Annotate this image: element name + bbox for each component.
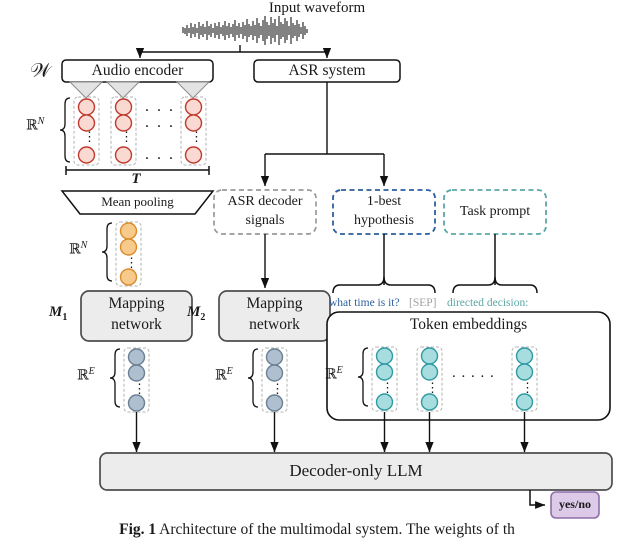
mapped-2-dim-base: ℝ <box>215 368 227 384</box>
sequence-length-label: T <box>131 171 141 187</box>
mapping-1-subscript: 1 <box>62 312 68 323</box>
pooled-dim-brace <box>101 222 113 282</box>
figure-caption-text: Architecture of the multimodal system. T… <box>159 521 515 538</box>
token-col3-vdots: ⋮ <box>521 380 534 395</box>
mapped-2-dim-exponent: E <box>226 366 233 377</box>
mapped-1-dim-label: ℝE <box>77 366 95 384</box>
encoder-col1-vdots: ⋮ <box>83 129 96 144</box>
encoder-frame-nodes <box>77 98 203 164</box>
mapping-1-symbol: M1 <box>49 304 68 324</box>
encoder-dim-base: ℝ <box>26 118 38 134</box>
input-waveform-graphic <box>182 16 308 45</box>
decoder-only-llm-label: Decoder-only LLM <box>289 461 423 480</box>
asr-decoder-signals-line2: signals <box>245 213 285 228</box>
mapped-1-dim-brace <box>109 348 121 408</box>
token-col2-vdots: ⋮ <box>426 380 439 395</box>
mapped-2-vdots: ⋮ <box>271 381 284 396</box>
encoder-dim-exponent: N <box>37 116 45 127</box>
mapping-network-1-line1: Mapping <box>108 295 165 312</box>
pooled-dim-exponent: N <box>80 240 88 251</box>
mapping-2-subscript: 2 <box>200 312 206 323</box>
mapping-1-base: M <box>49 304 63 320</box>
waveform-symbol-label: 𝒲 <box>30 58 51 82</box>
mapping-2-symbol: M2 <box>187 304 206 324</box>
mean-pooling-label: Mean pooling <box>101 194 174 209</box>
token-dim-exponent: E <box>336 365 343 376</box>
input-waveform-label: Input waveform <box>268 0 366 16</box>
mapped-2-dim-label: ℝE <box>215 366 233 384</box>
llm-to-output-connector <box>529 490 546 509</box>
figure-canvas: Input waveform 𝒲 Audio encoder ASR syste… <box>0 0 634 538</box>
figure-caption-prefix: Fig. 1 <box>119 521 157 538</box>
encoder-col2-vdots: ⋮ <box>120 129 133 144</box>
prompt-to-tokens-connector <box>452 234 538 294</box>
encoder-dots-row-3: . . . <box>145 146 175 163</box>
encoder-dim-brace <box>59 97 71 163</box>
pooled-dim-label: ℝN <box>69 240 88 258</box>
task-prompt-label: Task prompt <box>459 204 531 219</box>
figure-caption: Fig. 1 Architecture of the multimodal sy… <box>0 521 634 538</box>
asr-system-label: ASR system <box>288 62 366 79</box>
separator-token-text: [SEP] <box>409 297 437 309</box>
mapped-1-dim-base: ℝ <box>77 368 89 384</box>
token-columns-ellipsis: . . . . . <box>452 365 495 381</box>
prompt-token-text: directed decision: <box>447 297 529 309</box>
mapped-1-vdots: ⋮ <box>133 381 146 396</box>
hypothesis-to-tokens-connector <box>332 234 436 294</box>
pooled-dim-base: ℝ <box>69 242 81 258</box>
asr-system-branch-connector <box>260 82 389 187</box>
encoder-dim-label: ℝN <box>26 116 45 134</box>
token-dim-label: ℝE <box>325 365 343 383</box>
one-best-hypothesis-line1: 1-best <box>366 194 402 209</box>
output-label: yes/no <box>558 497 591 511</box>
pooled-vector-nodes <box>119 222 138 286</box>
encoder-node-links <box>85 115 195 116</box>
mapping-network-2-line1: Mapping <box>246 295 303 312</box>
token-col1-vdots: ⋮ <box>381 380 394 395</box>
mapped-vector-1-nodes <box>127 348 146 412</box>
mapped-2-dim-brace <box>247 348 259 408</box>
hypothesis-token-text: what time is it? <box>329 297 400 309</box>
encoder-output-triangles <box>68 81 211 99</box>
pooled-vdots: ⋮ <box>125 255 138 270</box>
encoder-col3-vdots: ⋮ <box>190 129 203 144</box>
diagram-vector-layer <box>59 16 613 519</box>
encoder-dots-row-2: . . . <box>145 114 175 131</box>
one-best-hypothesis-line2: hypothesis <box>354 213 414 228</box>
mapping-network-2-line2: network <box>249 316 300 333</box>
audio-encoder-label: Audio encoder <box>91 62 184 79</box>
waveform-split-connector <box>135 45 332 59</box>
token-embeddings-label: Token embeddings <box>409 316 528 333</box>
mapped-1-dim-exponent: E <box>88 366 95 377</box>
mapping-2-base: M <box>187 304 201 320</box>
mapped-vector-2-nodes <box>265 348 284 412</box>
asr-decoder-signals-line1: ASR decoder <box>227 194 303 209</box>
mapping-network-1-line2: network <box>111 316 162 333</box>
token-dim-base: ℝ <box>325 367 337 383</box>
